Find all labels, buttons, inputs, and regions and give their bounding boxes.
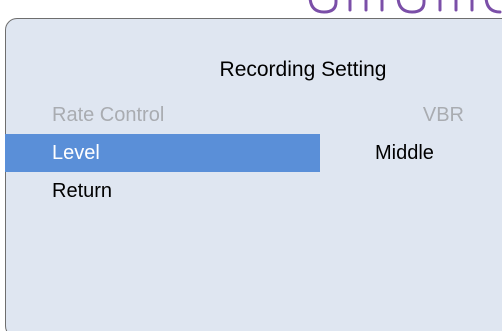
menu-item-level[interactable]: Level Middle [5, 134, 502, 172]
level-label: Level [52, 142, 100, 164]
rate-control-value: VBR [422, 104, 464, 126]
menu-item-return[interactable]: Return [5, 172, 502, 210]
dialog-title: Recording Setting [219, 58, 387, 81]
screen: Recording Setting Rate Control VBR Level… [0, 0, 502, 331]
menu-item-rate-control: Rate Control VBR [5, 96, 502, 134]
return-label: Return [52, 180, 113, 202]
heading-fragment-graphic [300, 0, 502, 16]
rate-control-label: Rate Control [52, 104, 165, 126]
level-value[interactable]: Middle [375, 140, 434, 166]
